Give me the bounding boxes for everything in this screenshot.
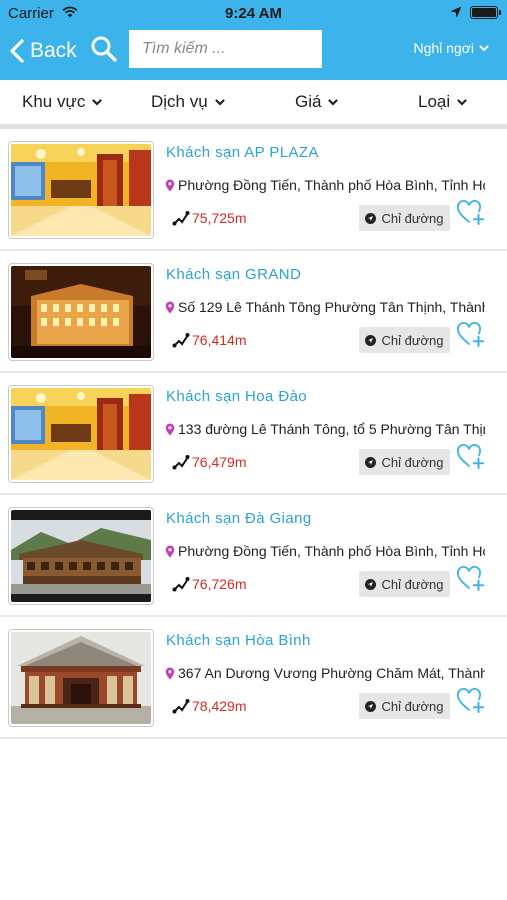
directions-button[interactable]: Chỉ đường xyxy=(359,327,450,353)
hotel-address: Số 129 Lê Thánh Tông Phường Tân Thịnh, T… xyxy=(165,297,485,317)
filter-label: Loại xyxy=(418,92,451,111)
battery-icon xyxy=(470,6,501,19)
filter-bar: Khu vực Dịch vụ Giá Loại xyxy=(0,80,507,126)
add-favorite-icon[interactable] xyxy=(456,321,486,348)
chevron-down-icon xyxy=(92,98,102,106)
add-favorite-icon[interactable] xyxy=(456,199,486,226)
map-pin-icon xyxy=(165,667,175,679)
directions-label: Chỉ đường xyxy=(381,210,444,226)
hotel-address-text: Phường Đồng Tiến, Thành phố Hòa Bình, Tỉ… xyxy=(178,543,485,559)
chevron-down-icon xyxy=(328,98,339,106)
hotel-address-text: 133 đường Lê Thánh Tông, tổ 5 Phường Tân… xyxy=(178,421,485,437)
filter-type[interactable]: Loại xyxy=(418,92,467,112)
distance-info: 76,414m xyxy=(172,332,246,348)
filter-label: Khu vực xyxy=(22,92,86,111)
hotel-address-text: Số 129 Lê Thánh Tông Phường Tân Thịnh, T… xyxy=(178,299,485,315)
search-input[interactable] xyxy=(129,30,322,68)
location-arrow-icon xyxy=(450,6,462,18)
hotel-address: 133 đường Lê Thánh Tông, tổ 5 Phường Tân… xyxy=(165,419,485,439)
status-bar: Carrier 9:24 AM xyxy=(0,0,507,26)
route-icon xyxy=(172,211,190,226)
hotel-photo xyxy=(8,263,154,361)
navigation-icon xyxy=(365,456,377,468)
chevron-left-icon xyxy=(10,39,24,63)
distance-info: 76,479m xyxy=(172,454,246,470)
back-label: Back xyxy=(30,39,77,62)
hotel-photo xyxy=(8,385,154,483)
distance-text: 76,479m xyxy=(192,454,247,470)
hotel-list: Khách sạn AP PLAZA Phường Đồng Tiến, Thà… xyxy=(0,129,507,739)
hotel-address-text: Phường Đồng Tiến, Thành phố Hòa Bình, Tỉ… xyxy=(178,177,485,193)
hotel-address: Phường Đồng Tiến, Thành phố Hòa Bình, Tỉ… xyxy=(165,175,485,195)
filter-label: Giá xyxy=(295,92,322,111)
route-icon xyxy=(172,455,190,470)
category-label: Nghỉ ngơi xyxy=(413,40,474,56)
hotel-address-text: 367 An Dương Vương Phường Chăm Mát, Thàn… xyxy=(178,665,485,681)
hotel-address: 367 An Dương Vương Phường Chăm Mát, Thàn… xyxy=(165,663,485,683)
navigation-icon xyxy=(365,700,377,712)
route-icon xyxy=(172,699,190,714)
directions-button[interactable]: Chỉ đường xyxy=(359,205,450,231)
directions-button[interactable]: Chỉ đường xyxy=(359,449,450,475)
category-dropdown[interactable]: Nghỉ ngơi xyxy=(413,40,489,56)
hotel-name: Khách sạn Hòa Bình xyxy=(166,632,311,649)
filter-area[interactable]: Khu vực xyxy=(22,92,102,112)
hotel-list-item[interactable]: Khách sạn AP PLAZA Phường Đồng Tiến, Thà… xyxy=(0,129,507,251)
map-pin-icon xyxy=(165,179,175,191)
navigation-icon xyxy=(365,578,377,590)
map-pin-icon xyxy=(165,545,175,557)
hotel-name: Khách sạn Đà Giang xyxy=(166,510,312,527)
add-favorite-icon[interactable] xyxy=(456,687,486,714)
hotel-name: Khách sạn GRAND xyxy=(166,266,302,283)
distance-info: 75,725m xyxy=(172,210,246,226)
directions-button[interactable]: Chỉ đường xyxy=(359,571,450,597)
hotel-name: Khách sạn AP PLAZA xyxy=(166,144,319,161)
distance-text: 76,414m xyxy=(192,332,247,348)
hotel-list-item[interactable]: Khách sạn Hòa Bình 367 An Dương Vương Ph… xyxy=(0,617,507,739)
distance-info: 78,429m xyxy=(172,698,246,714)
hotel-address: Phường Đồng Tiến, Thành phố Hòa Bình, Tỉ… xyxy=(165,541,485,561)
distance-info: 76,726m xyxy=(172,576,246,592)
chevron-down-icon xyxy=(457,98,467,106)
hotel-list-item[interactable]: Khách sạn Đà Giang Phường Đồng Tiến, Thà… xyxy=(0,495,507,617)
distance-text: 78,429m xyxy=(192,698,247,714)
add-favorite-icon[interactable] xyxy=(456,443,486,470)
hotel-list-item[interactable]: Khách sạn GRAND Số 129 Lê Thánh Tông Phư… xyxy=(0,251,507,373)
hotel-photo xyxy=(8,507,154,605)
filter-price[interactable]: Giá xyxy=(295,92,339,112)
status-time: 9:24 AM xyxy=(225,5,282,22)
hotel-photo xyxy=(8,629,154,727)
directions-button[interactable]: Chỉ đường xyxy=(359,693,450,719)
back-button[interactable]: Back xyxy=(8,34,77,68)
distance-text: 75,725m xyxy=(192,210,247,226)
directions-label: Chỉ đường xyxy=(381,332,444,348)
hotel-list-item[interactable]: Khách sạn Hoa Đào 133 đường Lê Thánh Tôn… xyxy=(0,373,507,495)
hotel-photo xyxy=(8,141,154,239)
directions-label: Chỉ đường xyxy=(381,698,444,714)
route-icon xyxy=(172,577,190,592)
filter-label: Dịch vụ xyxy=(151,92,208,111)
search-icon[interactable] xyxy=(90,35,118,63)
map-pin-icon xyxy=(165,423,175,435)
add-favorite-icon[interactable] xyxy=(456,565,486,592)
hotel-name: Khách sạn Hoa Đào xyxy=(166,388,308,405)
chevron-down-icon xyxy=(215,98,225,106)
directions-label: Chỉ đường xyxy=(381,576,444,592)
distance-text: 76,726m xyxy=(192,576,247,592)
app-header: Carrier 9:24 AM Back Nghỉ ngơi xyxy=(0,0,507,80)
directions-label: Chỉ đường xyxy=(381,454,444,470)
route-icon xyxy=(172,333,190,348)
chevron-down-icon xyxy=(479,45,489,51)
navigation-icon xyxy=(365,212,377,224)
filter-service[interactable]: Dịch vụ xyxy=(151,92,225,112)
navigation-icon xyxy=(365,334,377,346)
map-pin-icon xyxy=(165,301,175,313)
